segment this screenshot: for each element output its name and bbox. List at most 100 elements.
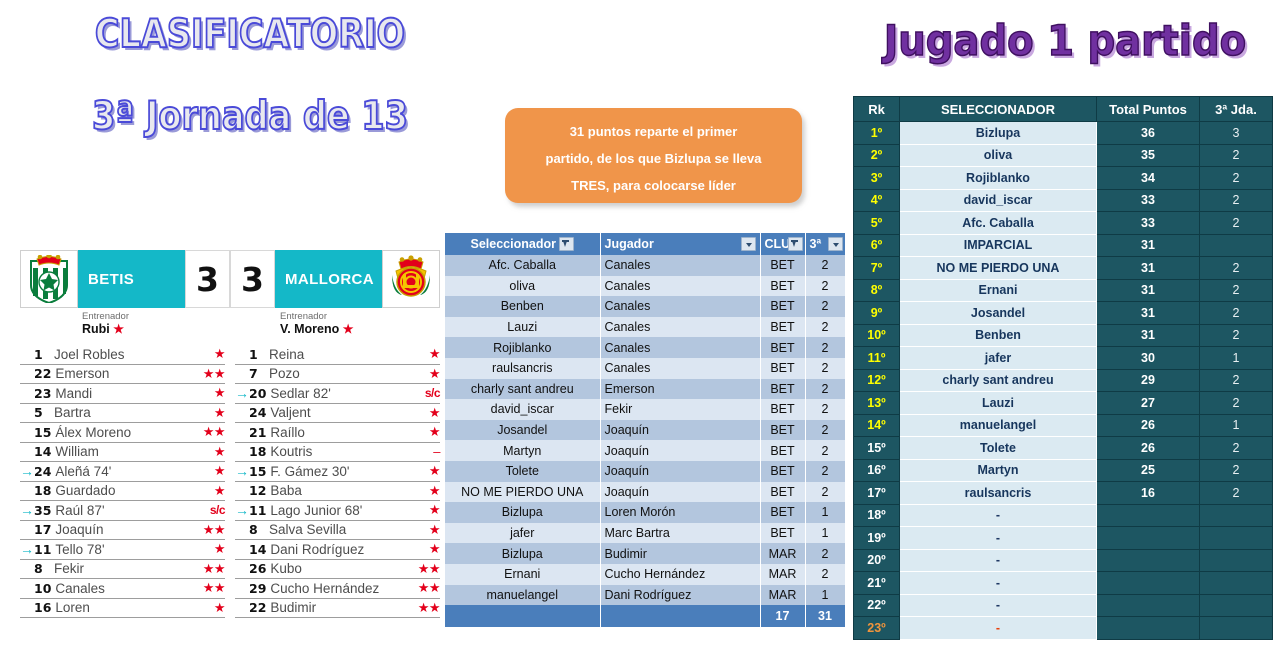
away-team-name: MALLORCA [275, 250, 382, 308]
player-rating-stars-icon: ★ [213, 599, 226, 615]
player-number: 15 [249, 463, 267, 479]
substitution-arrow-icon: → [235, 385, 249, 402]
player-name: Mandi [55, 385, 93, 401]
picks-header-jornada[interactable]: 3ª [805, 233, 846, 255]
ranking-table-row: 11º jafer 30 1 [853, 346, 1273, 370]
title-line-1: CLASIFICATORIO [94, 11, 406, 58]
pick-seleccionador: Ernani [445, 563, 601, 585]
ranking-seleccionador-name: Rojiblanko [899, 166, 1097, 190]
ranking-total-points: 31 [1096, 256, 1200, 280]
player-name: Álex Moreno [55, 424, 132, 440]
ranking-position: 19º [853, 526, 900, 550]
ranking-table-row: 17º raulsancris 16 2 [853, 481, 1273, 505]
ranking-position: 21º [853, 571, 900, 595]
pick-jugador: Dani Rodríguez [600, 584, 761, 606]
pick-seleccionador: Rojiblanko [445, 337, 601, 358]
player-rating-stars-icon: ★ [428, 521, 441, 537]
ranking-table-row: 20º - [853, 548, 1273, 572]
lineup-player-row: 10 Canales ★★ [20, 579, 226, 599]
lineup-player-row: 12 Baba ★ [235, 482, 441, 501]
away-lineup-list: 1 Reina ★ 7 Pozo ★ → 20 Sedlar 82' s/c 24 Valjent ★ 2… [235, 345, 441, 618]
ranking-total-points: 36 [1096, 121, 1200, 145]
picks-table-row: Bizlupa Loren Morón BET 1 [445, 502, 846, 523]
player-name: Fekir [54, 561, 84, 577]
player-rating-stars-icon: ★★ [417, 599, 441, 615]
ranking-seleccionador-name: Benben [899, 323, 1097, 347]
ranking-table-row: 4º david_iscar 33 2 [853, 188, 1273, 212]
ranking-position: 9º [853, 301, 900, 325]
ranking-total-points: 35 [1096, 143, 1200, 167]
ranking-jornada-points: 2 [1199, 301, 1273, 325]
ranking-table-row: 3º Rojiblanko 34 2 [853, 166, 1273, 190]
player-rating-stars-icon: ★★ [417, 580, 441, 596]
pick-jugador: Joaquín [600, 460, 761, 482]
title-line-2: 3ª Jornada de 13 [91, 93, 409, 140]
ranking-position: 22º [853, 593, 900, 617]
ranking-seleccionador-name: - [899, 593, 1097, 617]
ranking-table-row: 1º Bizlupa 36 3 [853, 121, 1273, 145]
pick-jugador: Canales [600, 337, 761, 358]
pick-jugador: Canales [600, 255, 761, 276]
ranking-jornada-points: 2 [1199, 256, 1273, 280]
picks-table-row: Lauzi Canales BET 2 [445, 316, 846, 338]
substitution-arrow-icon: → [20, 541, 34, 558]
lineup-player-row: 1 Reina ★ [235, 345, 441, 365]
player-name: F. Gámez 30' [270, 463, 350, 479]
player-name: Cucho Hernández [270, 580, 380, 596]
ranking-position: 20º [853, 548, 900, 572]
filter-dropdown-icon-jugador[interactable] [740, 237, 756, 251]
lineup-player-row: 22 Budimir ★★ [235, 599, 441, 618]
pick-club: BET [760, 378, 806, 400]
match-scoreboard: BETIS 3 Entrenador Rubi ★ 3 MALLORCA Ent… [20, 250, 440, 338]
lineup-player-row: → 24 Aleñá 74' ★ [20, 462, 226, 482]
picks-header-club[interactable]: CLU [760, 233, 806, 255]
ranking-total-points: 29 [1096, 368, 1200, 392]
picks-table-row: Josandel Joaquín BET 2 [445, 419, 846, 441]
pick-jugador: Marc Bartra [600, 522, 761, 544]
ranking-position: 16º [853, 458, 900, 482]
lineup-player-row: 5 Bartra ★ [20, 404, 226, 423]
substitution-arrow-icon: → [235, 502, 249, 519]
player-number: 22 [249, 600, 267, 616]
picks-header-seleccionador[interactable]: Seleccionador [445, 233, 601, 255]
ranking-jornada-points [1199, 548, 1273, 572]
pick-points: 2 [805, 481, 846, 503]
lineup-player-row: 7 Pozo ★ [235, 365, 441, 384]
callout-line-2: partido, de los que Bizlupa se lleva [545, 151, 762, 166]
ranking-position: 8º [853, 278, 900, 302]
player-number: 5 [34, 405, 43, 421]
pick-points: 2 [805, 419, 846, 441]
ranking-table-row: 23º - [853, 616, 1273, 640]
ranking-position: 4º [853, 188, 900, 212]
pick-seleccionador: charly sant andreu [445, 378, 601, 400]
pick-club: BET [760, 255, 806, 276]
player-number: 24 [34, 463, 52, 479]
picks-table-wrapper: Seleccionador Jugador CLU 3ª Afc. Caball… [445, 233, 846, 628]
picks-header-seleccionador-label: Seleccionador [470, 236, 556, 251]
picks-table-row: Bizlupa Budimir MAR 2 [445, 543, 846, 564]
ranking-seleccionador-name: Afc. Caballa [899, 211, 1097, 235]
pick-points: 2 [805, 543, 846, 564]
ranking-total-points: 16 [1096, 481, 1200, 505]
picks-table-row: Ernani Cucho Hernández MAR 2 [445, 563, 846, 585]
picks-header-jugador[interactable]: Jugador [600, 233, 761, 255]
pick-points: 2 [805, 255, 846, 276]
pick-seleccionador: Josandel [445, 419, 601, 441]
filter-applied-icon-seleccionador[interactable] [558, 237, 574, 252]
filter-dropdown-icon-jornada[interactable] [827, 237, 843, 251]
picks-table-row: charly sant andreu Emerson BET 2 [445, 378, 846, 400]
pick-seleccionador: Bizlupa [445, 502, 601, 523]
ranking-position: 18º [853, 503, 900, 527]
pick-points: 2 [805, 563, 846, 585]
pick-points: 2 [805, 440, 846, 461]
ranking-jornada-points [1199, 233, 1273, 257]
filter-applied-icon-club[interactable] [787, 237, 803, 251]
ranking-jornada-points: 2 [1199, 481, 1273, 505]
picks-table-row: oliva Canales BET 2 [445, 275, 846, 297]
lineup-player-row: 21 Raíllo ★ [235, 423, 441, 443]
player-rating-stars-icon: ★ [213, 385, 226, 401]
player-rating-stars-icon: ★ [213, 482, 226, 498]
lineup-player-row: 17 Joaquín ★★ [20, 521, 226, 540]
home-coach-star-icon: ★ [113, 322, 125, 336]
home-coach-label: Entrenador [82, 311, 130, 322]
